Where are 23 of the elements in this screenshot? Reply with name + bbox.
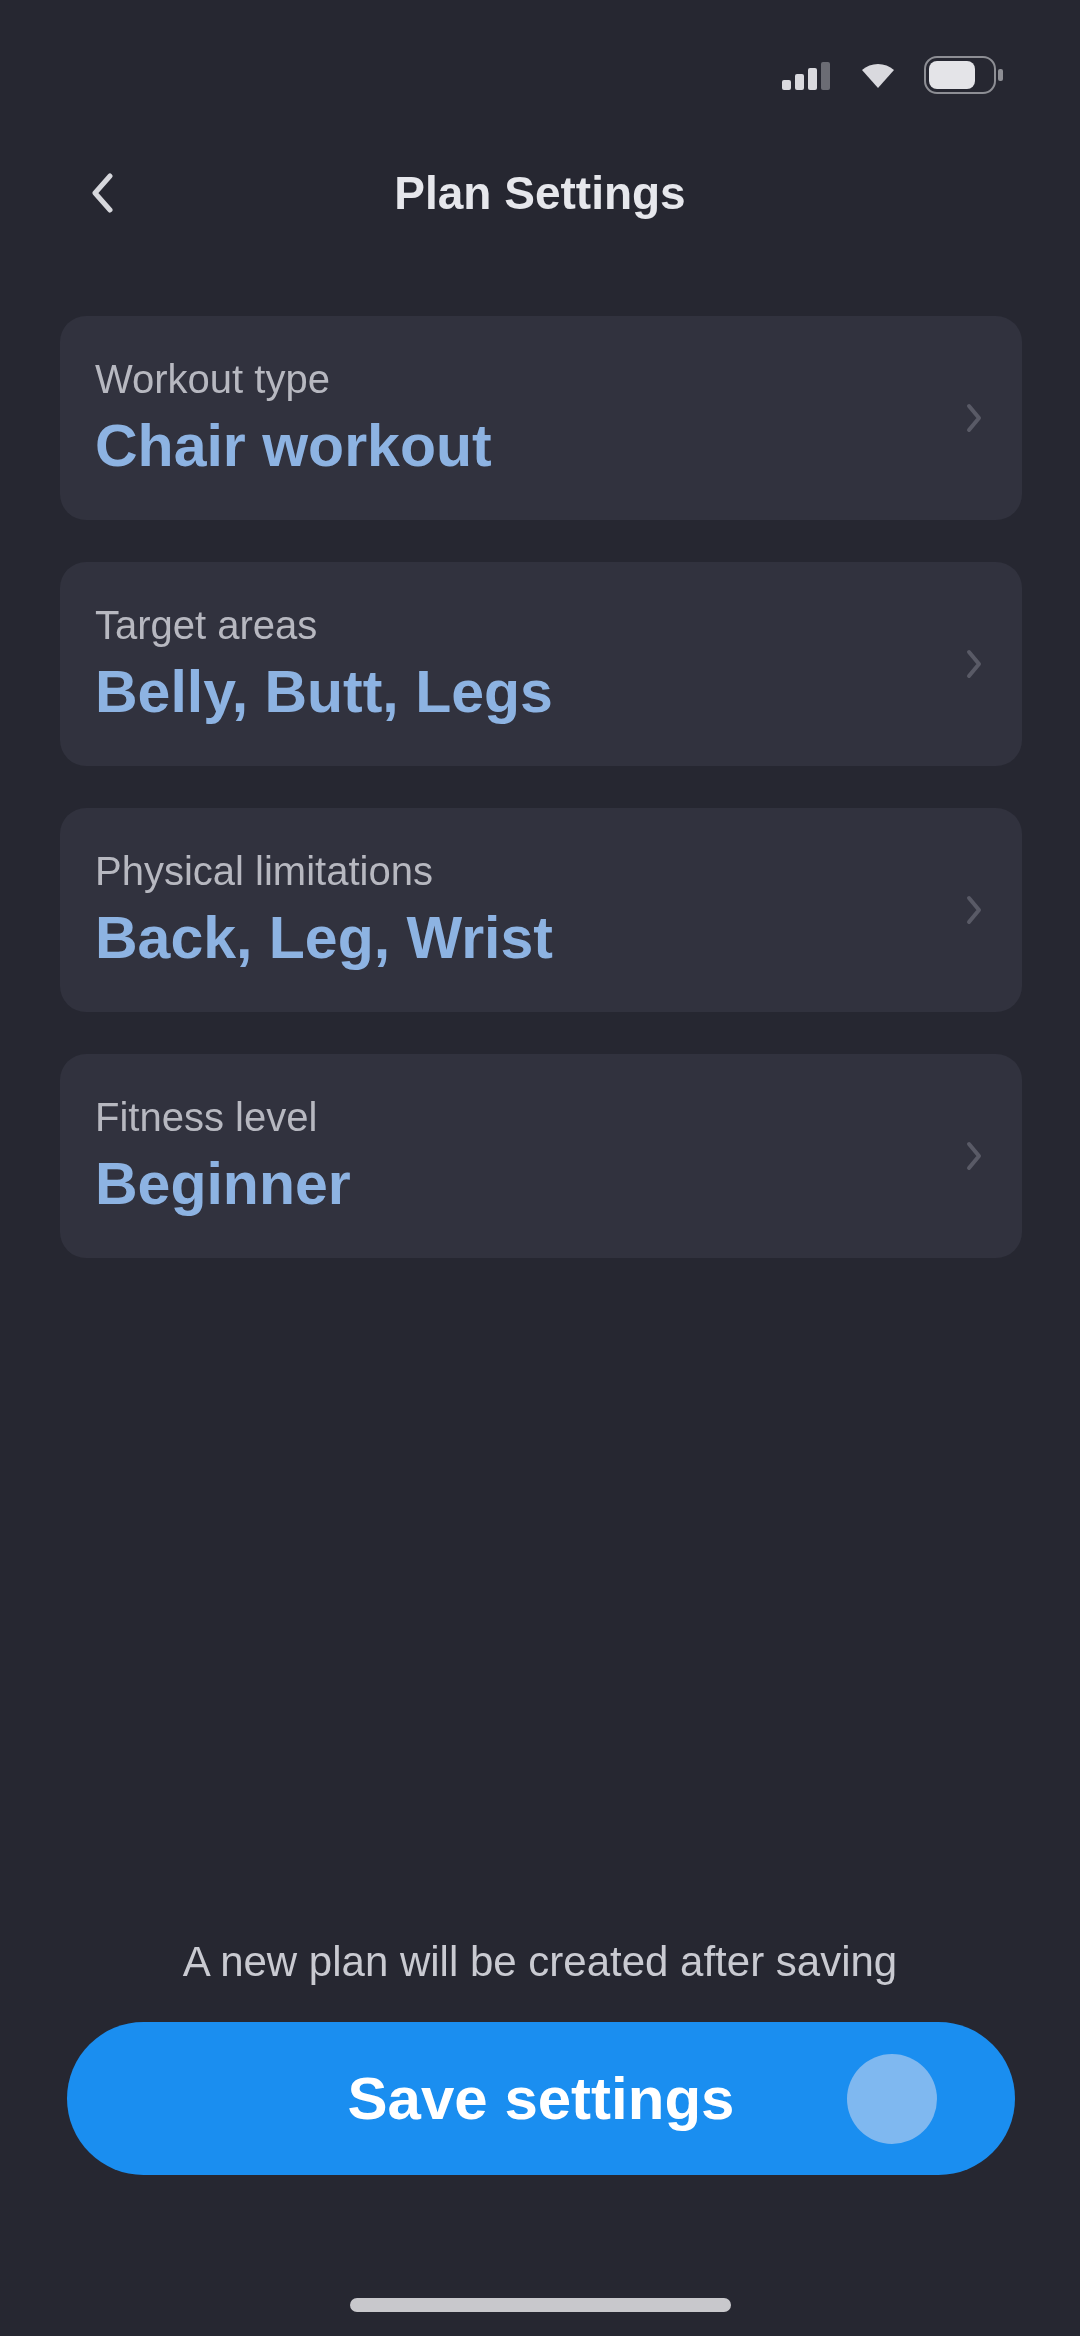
setting-label: Target areas — [95, 602, 318, 648]
battery-icon — [924, 56, 1004, 94]
signal-icon — [782, 60, 832, 90]
setting-card[interactable]: Fitness level Beginner — [60, 1054, 1022, 1258]
screen-title: Plan Settings — [394, 166, 686, 220]
setting-value: Chair workout — [95, 411, 492, 480]
setting-label: Workout type — [95, 356, 330, 402]
chevron-right-icon — [966, 403, 982, 433]
chevron-right-icon — [966, 895, 982, 925]
setting-value: Beginner — [95, 1149, 351, 1218]
chevron-right-icon — [966, 649, 982, 679]
setting-label: Physical limitations — [95, 848, 433, 894]
save-button[interactable]: Save settings — [67, 2022, 1015, 2175]
setting-value: Belly, Butt, Legs — [95, 657, 553, 726]
setting-label: Fitness level — [95, 1094, 318, 1140]
circle-icon — [847, 2053, 937, 2144]
setting-card[interactable]: Physical limitations Back, Leg, Wrist — [60, 808, 1022, 1012]
chevron-left-icon — [91, 173, 113, 213]
setting-value: Back, Leg, Wrist — [95, 903, 553, 972]
setting-card[interactable]: Target areas Belly, Butt, Legs — [60, 562, 1022, 766]
setting-card[interactable]: Workout type Chair workout — [60, 316, 1022, 520]
info-note: A new plan will be created after saving — [182, 1938, 898, 1986]
chevron-right-icon — [966, 1141, 982, 1171]
